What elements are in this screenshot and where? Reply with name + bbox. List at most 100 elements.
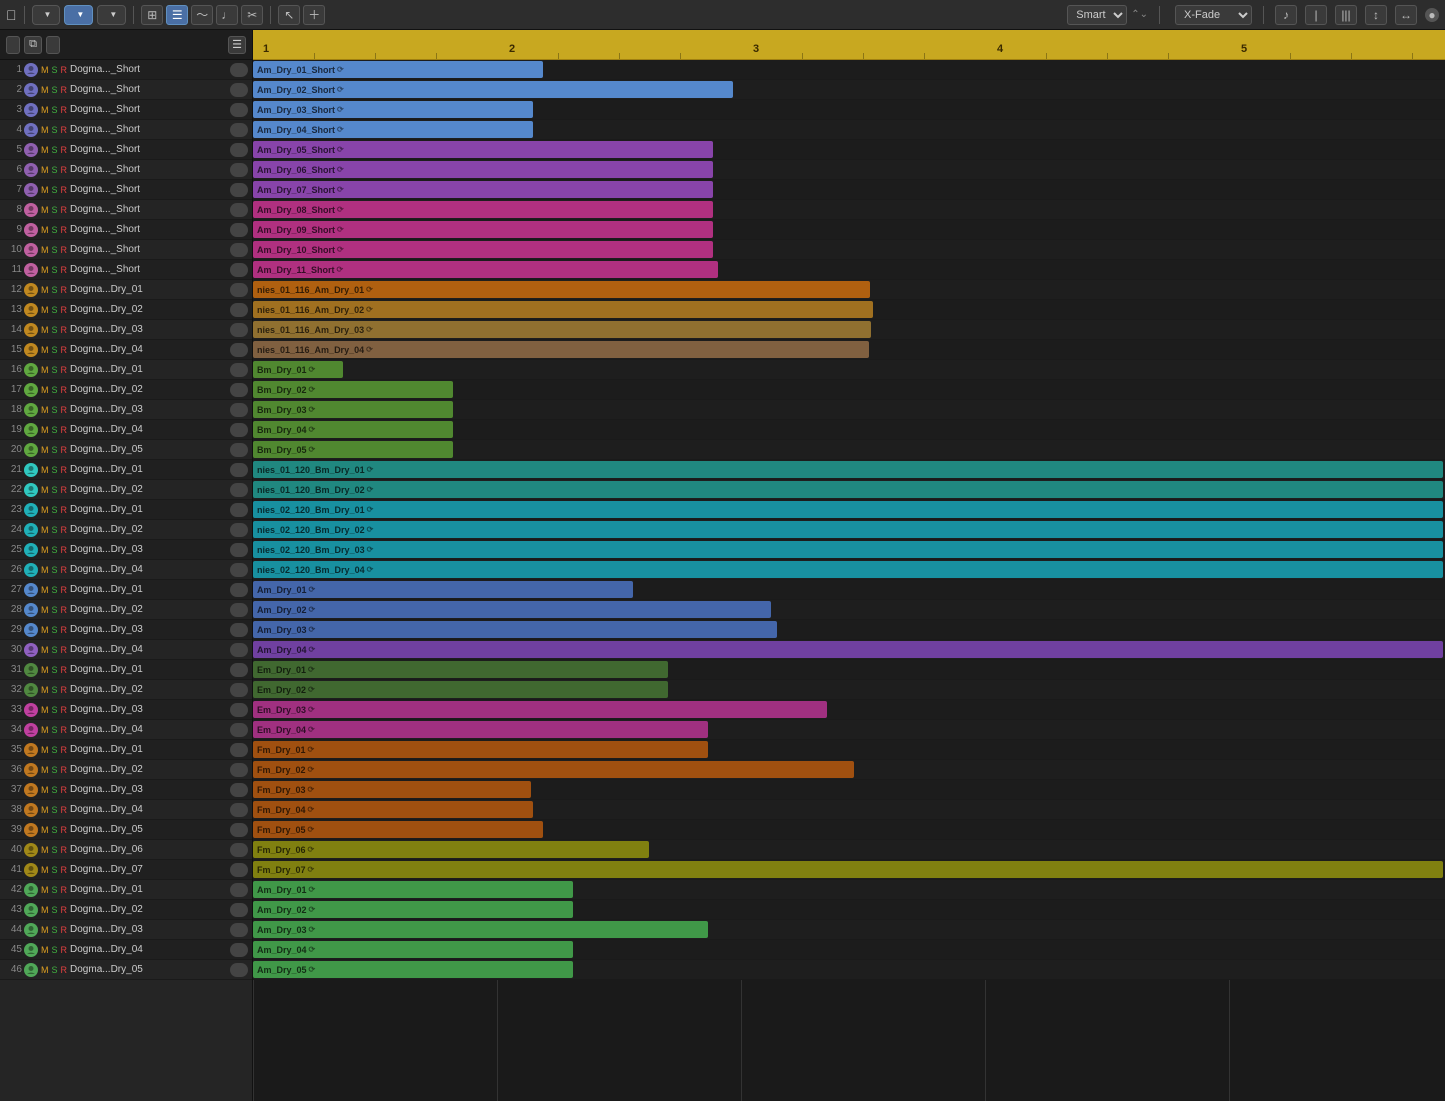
record-btn[interactable]: R [60,265,69,275]
mute-btn[interactable]: M [40,85,50,95]
track-clip[interactable]: Fm_Dry_05⟳ [253,821,543,838]
record-btn[interactable]: R [60,665,69,675]
scissors-icon[interactable]: ✂ [241,5,263,25]
mute-btn[interactable]: M [40,145,50,155]
track-volume-knob[interactable] [230,463,248,477]
record-btn[interactable]: R [60,205,69,215]
mute-btn[interactable]: M [40,805,50,815]
track-clip[interactable]: nies_02_120_Bm_Dry_02⟳ [253,521,1443,538]
solo-btn[interactable]: S [51,445,59,455]
track-avatar[interactable] [24,403,38,417]
solo-btn[interactable]: S [51,405,59,415]
track-clip[interactable]: Fm_Dry_04⟳ [253,801,533,818]
track-volume-knob[interactable] [230,403,248,417]
record-btn[interactable]: R [60,945,69,955]
solo-btn[interactable]: S [51,765,59,775]
solo-btn[interactable]: S [51,385,59,395]
solo-btn[interactable]: S [51,525,59,535]
track-avatar[interactable] [24,703,38,717]
track-avatar[interactable] [24,223,38,237]
solo-btn[interactable]: S [51,625,59,635]
record-btn[interactable]: R [60,645,69,655]
track-avatar[interactable] [24,263,38,277]
solo-btn[interactable]: S [51,65,59,75]
record-btn[interactable]: R [60,685,69,695]
track-clip[interactable]: nies_01_116_Am_Dry_01⟳ [253,281,870,298]
track-avatar[interactable] [24,183,38,197]
track-avatar[interactable] [24,203,38,217]
track-volume-knob[interactable] [230,523,248,537]
mute-btn[interactable]: M [40,345,50,355]
track-avatar[interactable] [24,763,38,777]
track-volume-knob[interactable] [230,683,248,697]
track-clip[interactable]: Em_Dry_03⟳ [253,701,827,718]
record-btn[interactable]: R [60,885,69,895]
mute-btn[interactable]: M [40,265,50,275]
record-btn[interactable]: R [60,345,69,355]
track-avatar[interactable] [24,583,38,597]
track-clip[interactable]: Fm_Dry_03⟳ [253,781,531,798]
record-btn[interactable]: R [60,445,69,455]
track-clip[interactable]: Am_Dry_01_Short⟳ [253,61,543,78]
track-clip[interactable]: Am_Dry_02⟳ [253,601,771,618]
solo-btn[interactable]: S [51,665,59,675]
track-avatar[interactable] [24,143,38,157]
track-clip[interactable]: Am_Dry_04⟳ [253,641,1443,658]
solo-btn[interactable]: S [51,825,59,835]
mute-btn[interactable]: M [40,185,50,195]
solo-btn[interactable]: S [51,705,59,715]
track-clip[interactable]: Fm_Dry_07⟳ [253,861,1443,878]
track-volume-knob[interactable] [230,843,248,857]
track-avatar[interactable] [24,343,38,357]
track-volume-knob[interactable] [230,363,248,377]
solo-btn[interactable]: S [51,145,59,155]
meter-icon[interactable]: ||| [1335,5,1357,25]
track-volume-knob[interactable] [230,563,248,577]
track-volume-knob[interactable] [230,863,248,877]
solo-btn[interactable]: S [51,605,59,615]
track-volume-knob[interactable] [230,103,248,117]
solo-btn[interactable]: S [51,305,59,315]
track-avatar[interactable] [24,643,38,657]
record-btn[interactable]: R [60,625,69,635]
cursor-icon[interactable]: ↖ [278,5,300,25]
track-avatar[interactable] [24,923,38,937]
mute-btn[interactable]: M [40,965,50,975]
mute-btn[interactable]: M [40,525,50,535]
track-avatar[interactable] [24,443,38,457]
track-clip[interactable]: Am_Dry_01⟳ [253,581,633,598]
record-btn[interactable]: R [60,365,69,375]
mute-btn[interactable]: M [40,385,50,395]
track-volume-knob[interactable] [230,143,248,157]
track-clip[interactable]: Am_Dry_02⟳ [253,901,573,918]
mute-btn[interactable]: M [40,485,50,495]
mute-btn[interactable]: M [40,425,50,435]
mute-btn[interactable]: M [40,845,50,855]
track-avatar[interactable] [24,423,38,437]
solo-btn[interactable]: S [51,805,59,815]
snap-select[interactable]: Smart Bar Beat [1067,5,1127,25]
track-avatar[interactable] [24,503,38,517]
mute-btn[interactable]: M [40,645,50,655]
track-clip[interactable]: Fm_Dry_02⟳ [253,761,854,778]
solo-btn[interactable]: S [51,725,59,735]
record-btn[interactable]: R [60,525,69,535]
snap-btn[interactable] [46,36,60,54]
track-clip[interactable]: Am_Dry_10_Short⟳ [253,241,713,258]
track-avatar[interactable] [24,783,38,797]
track-volume-knob[interactable] [230,303,248,317]
mute-btn[interactable]: M [40,225,50,235]
mute-btn[interactable]: M [40,465,50,475]
solo-btn[interactable]: S [51,505,59,515]
track-volume-knob[interactable] [230,943,248,957]
track-clip[interactable]: Am_Dry_07_Short⟳ [253,181,713,198]
track-clip[interactable]: Am_Dry_05⟳ [253,961,573,978]
record-btn[interactable]: R [60,485,69,495]
solo-btn[interactable]: S [51,325,59,335]
track-volume-knob[interactable] [230,783,248,797]
track-avatar[interactable] [24,83,38,97]
record-btn[interactable]: R [60,585,69,595]
solo-btn[interactable]: S [51,585,59,595]
track-clip[interactable]: Em_Dry_04⟳ [253,721,708,738]
solo-btn[interactable]: S [51,845,59,855]
